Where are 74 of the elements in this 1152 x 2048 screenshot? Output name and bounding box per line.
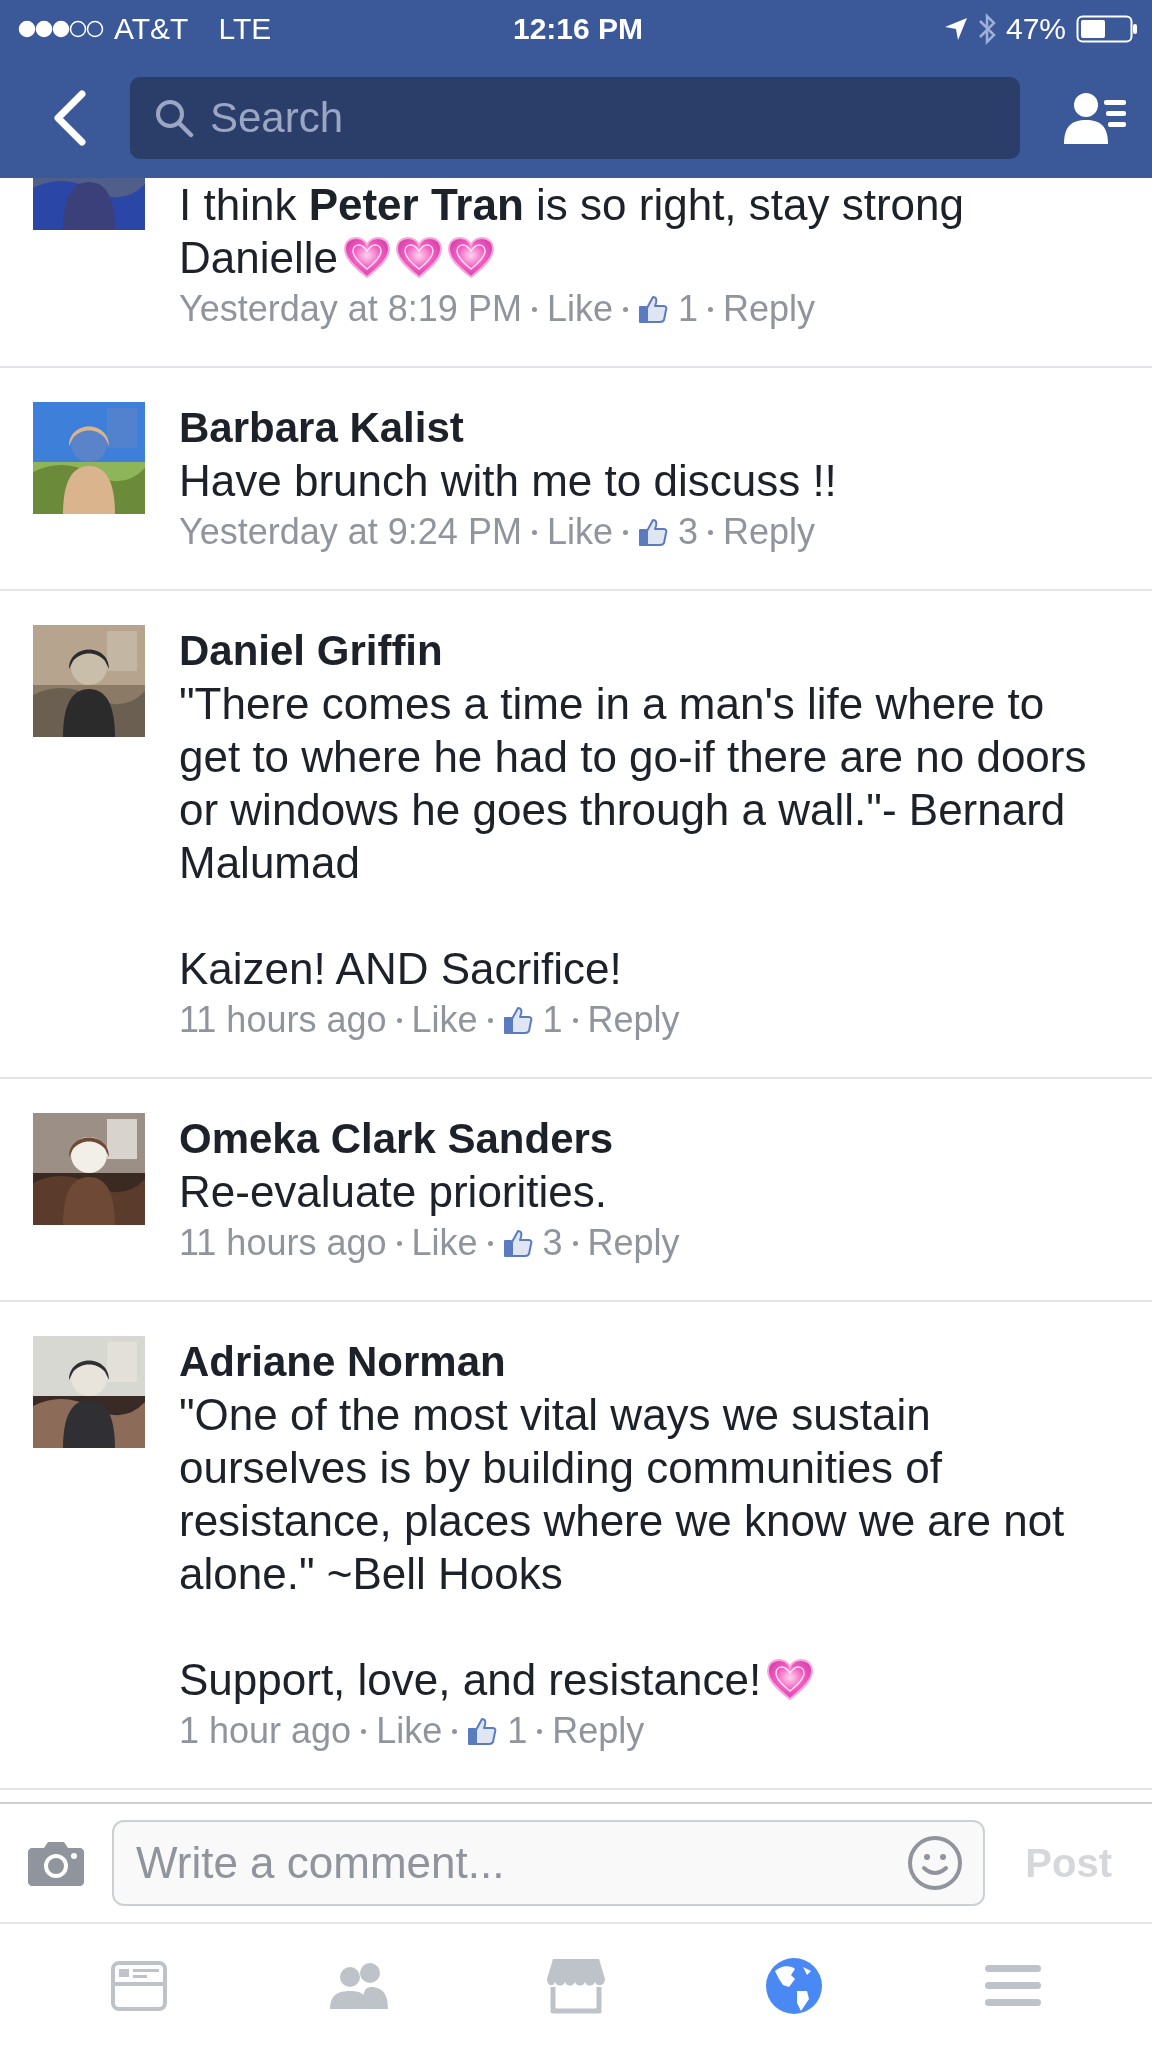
separator-dot xyxy=(537,1728,543,1734)
battery-label: 47% xyxy=(1005,12,1066,46)
commenter-name[interactable]: Adriane Norman xyxy=(179,1336,1099,1388)
thumbs-up-icon xyxy=(502,1005,533,1035)
comment-text: Have brunch with me to discuss !! xyxy=(179,455,838,507)
comment-text: Re-evaluate priorities. xyxy=(179,1166,608,1218)
back-icon[interactable] xyxy=(52,90,86,146)
signal-icon xyxy=(18,20,104,38)
comment-text: Support, love, and resistance! xyxy=(179,1653,1099,1706)
like-link[interactable]: Like xyxy=(546,509,613,555)
globe-icon xyxy=(765,1957,824,2015)
separator-dot xyxy=(361,1728,367,1734)
separator-dot xyxy=(487,1017,493,1023)
news-feed-icon xyxy=(111,1961,168,2011)
like-link[interactable]: Like xyxy=(376,1708,443,1754)
comment-text: "There comes a time in a man's life where to get to where he had to go-if there are no doors or windows he goes through a wall."- Bernard Malumad xyxy=(179,678,1088,889)
commenter-name[interactable]: Barbara Kalist xyxy=(179,402,1099,454)
comment-text: I think Peter Tran is so right, stay strong Danielle xyxy=(179,179,965,284)
heart-icon xyxy=(767,1659,814,1701)
friend-list-icon[interactable] xyxy=(1064,90,1128,146)
location-icon xyxy=(943,17,968,41)
comment-time: Yesterday at 9:24 PM xyxy=(179,510,522,554)
bluetooth-icon xyxy=(977,12,996,46)
thumbs-up-icon xyxy=(637,517,668,547)
comment-time: 1 hour ago xyxy=(179,1709,352,1753)
thumbs-up-icon xyxy=(637,294,668,324)
like-link[interactable]: Like xyxy=(411,1220,478,1266)
reply-link[interactable]: Reply xyxy=(587,1220,680,1266)
like-count: 3 xyxy=(542,1221,563,1265)
separator-dot xyxy=(396,1017,402,1023)
heart-icon xyxy=(448,237,494,279)
thumbs-up-icon xyxy=(467,1716,498,1746)
battery-icon xyxy=(1076,15,1138,43)
thumbs-up-icon xyxy=(502,1228,533,1258)
separator-dot xyxy=(622,529,628,535)
reply-link[interactable]: Reply xyxy=(722,509,815,555)
separator-dot xyxy=(452,1728,458,1734)
menu-icon xyxy=(984,1963,1041,2009)
reply-link[interactable]: Reply xyxy=(722,286,815,332)
separator-dot xyxy=(622,306,628,312)
reply-link[interactable]: Reply xyxy=(587,997,680,1043)
like-link[interactable]: Like xyxy=(411,997,478,1043)
separator-dot xyxy=(487,1240,493,1246)
clock: 12:16 PM xyxy=(512,12,644,46)
like-count: 1 xyxy=(677,287,698,331)
like-count: 1 xyxy=(542,998,563,1042)
separator-dot xyxy=(531,306,537,312)
comment-field[interactable]: Write a comment... xyxy=(112,1820,986,1906)
carrier-label: AT&T xyxy=(114,12,189,46)
reply-link[interactable]: Reply xyxy=(552,1708,645,1754)
commenter-name[interactable]: Omeka Clark Sanders xyxy=(179,1113,1099,1165)
store-icon xyxy=(544,1957,607,2015)
separator-dot xyxy=(707,529,713,535)
commenter-name[interactable]: Daniel Griffin xyxy=(179,625,1099,677)
comment-text: "One of the most vital ways we sustain ourselves is by building communities of resistance, places where we know we are not alone." ~Bell Hooks xyxy=(179,1389,1066,1600)
comment-time: Yesterday at 8:19 PM xyxy=(179,287,522,331)
heart-icon xyxy=(344,237,390,279)
emoji-icon[interactable] xyxy=(907,1835,964,1891)
heart-icon xyxy=(396,237,442,279)
like-link[interactable]: Like xyxy=(546,286,613,332)
like-count: 3 xyxy=(677,510,698,554)
comment-time: 11 hours ago xyxy=(179,998,387,1042)
search-icon xyxy=(154,98,194,138)
comment-time: 11 hours ago xyxy=(179,1221,387,1265)
separator-dot xyxy=(531,529,537,535)
separator-dot xyxy=(396,1240,402,1246)
separator-dot xyxy=(572,1240,578,1246)
separator-dot xyxy=(707,306,713,312)
like-count: 1 xyxy=(507,1709,528,1753)
search-field[interactable]: Search xyxy=(130,77,1020,159)
camera-icon[interactable] xyxy=(28,1840,84,1886)
comment-text: Kaizen! AND Sacrifice! xyxy=(179,943,623,995)
network-label: LTE xyxy=(218,12,272,46)
separator-dot xyxy=(572,1017,578,1023)
